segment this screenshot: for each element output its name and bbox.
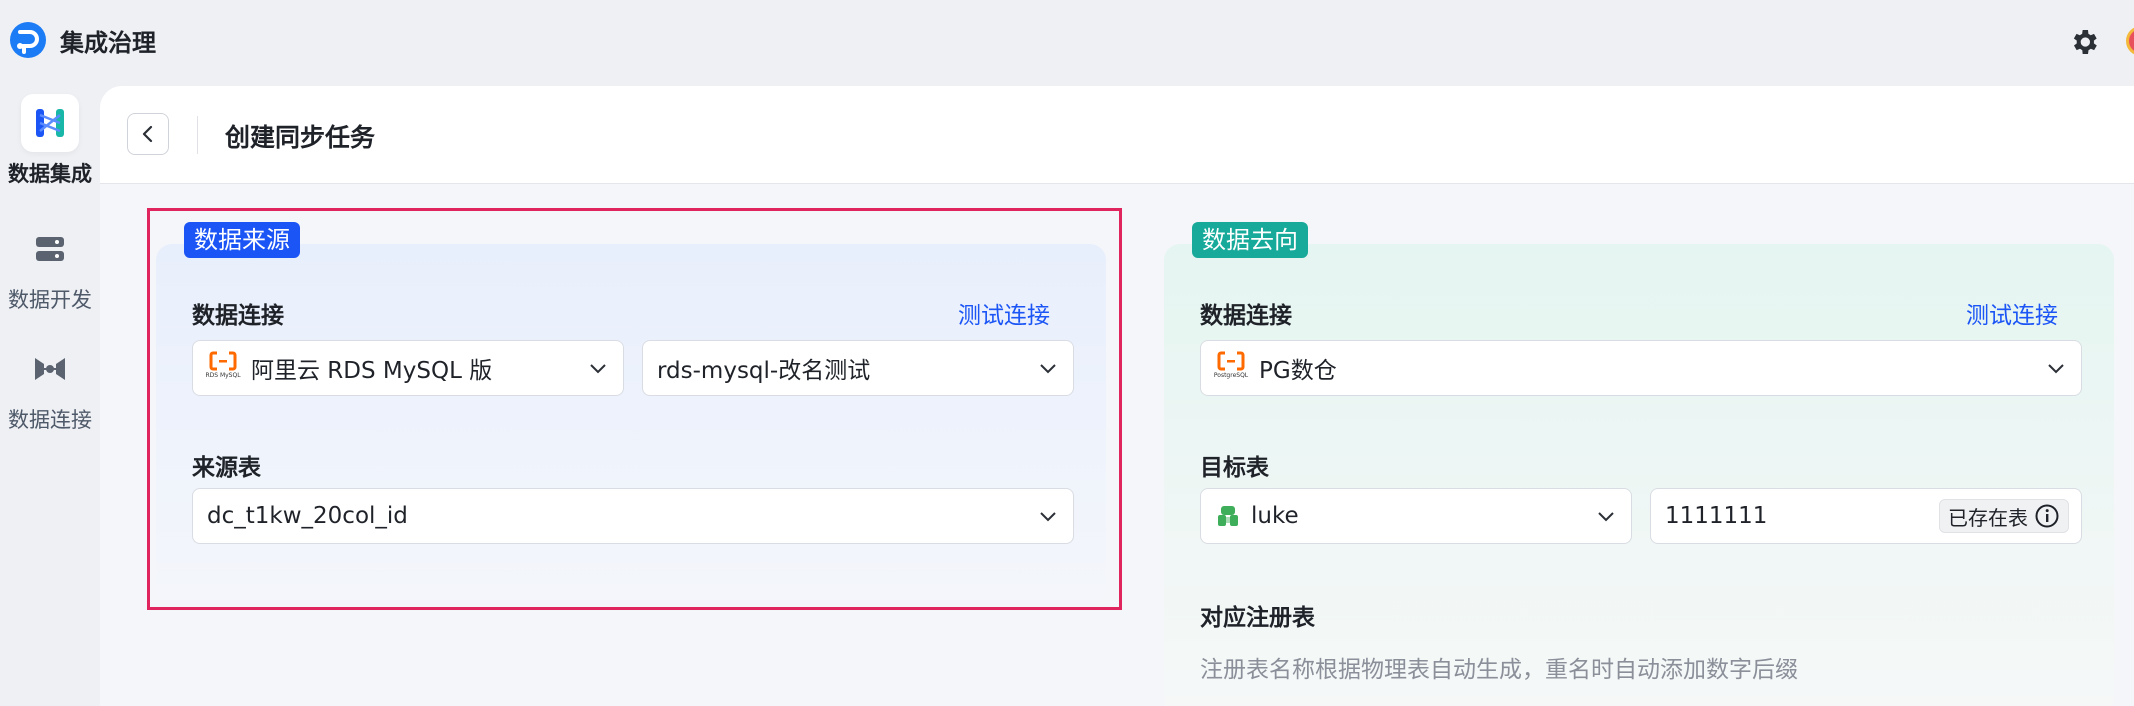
header-divider	[197, 116, 198, 154]
nav-label: 数据开发	[8, 288, 92, 312]
table-exists-text: 已存在表	[1948, 505, 2028, 530]
source-table-select[interactable]: dc_t1kw_20col_id	[192, 488, 1074, 544]
rds-mysql-logo-icon: RDS MySQL	[205, 350, 241, 386]
page-header: 创建同步任务	[100, 86, 2134, 184]
source-db-type-select[interactable]: RDS MySQL 阿里云 RDS MySQL 版	[192, 340, 624, 396]
nav-label: 数据集成	[8, 162, 92, 186]
dest-schema-value: luke	[1251, 503, 1299, 529]
nav-item-data-connection[interactable]: 数据连接	[0, 340, 100, 434]
app-logo-icon	[10, 22, 46, 58]
nav-icon-box	[21, 94, 79, 152]
chevron-down-icon	[1598, 512, 1614, 522]
nav-icon-box	[21, 220, 79, 278]
source-table-value: dc_t1kw_20col_id	[207, 503, 408, 529]
source-tag: 数据来源	[184, 222, 300, 258]
dest-table-input[interactable]: 1111111 已存在表	[1650, 488, 2082, 544]
info-icon[interactable]	[2034, 503, 2060, 529]
nav-icon-box	[21, 340, 79, 398]
brand[interactable]: 集成治理	[8, 20, 156, 60]
main-panel: 创建同步任务 数据来源 数据连接 测试连接 RDS MySQL 阿里云 RDS …	[100, 86, 2134, 706]
chevron-down-icon	[2048, 364, 2064, 374]
logo-caption: RDS MySQL	[205, 372, 241, 379]
page-title: 创建同步任务	[225, 123, 376, 152]
register-table-label: 对应注册表	[1200, 605, 1315, 631]
source-connection-label: 数据连接	[192, 303, 284, 329]
chevron-down-icon	[590, 364, 606, 374]
dest-db-type-select[interactable]: PostgreSQL PG数仓	[1200, 340, 2082, 396]
schema-icon	[1218, 506, 1238, 526]
dest-connection-label: 数据连接	[1200, 303, 1292, 329]
chevron-down-icon	[1040, 512, 1056, 522]
dest-table-value: 1111111	[1665, 503, 1768, 529]
dest-table-label: 目标表	[1200, 455, 1269, 481]
data-integration-icon	[36, 109, 64, 137]
source-table-label: 来源表	[192, 455, 261, 481]
chevron-left-icon	[142, 125, 153, 143]
top-bar: 集成治理	[0, 0, 2134, 84]
app-title: 集成治理	[60, 28, 156, 57]
back-button[interactable]	[127, 113, 169, 155]
source-instance-select[interactable]: rds-mysql-改名测试	[642, 340, 1074, 396]
dest-tag: 数据去向	[1192, 222, 1308, 258]
source-instance-value: rds-mysql-改名测试	[657, 358, 871, 384]
source-test-connection-link[interactable]: 测试连接	[958, 296, 1050, 330]
dest-schema-select[interactable]: luke	[1200, 488, 1632, 544]
logo-caption: PostgreSQL	[1213, 372, 1249, 379]
dest-test-connection-link[interactable]: 测试连接	[1966, 296, 2058, 330]
settings-gear-icon[interactable]	[2068, 26, 2100, 58]
postgresql-logo-icon: PostgreSQL	[1213, 350, 1249, 386]
side-nav: 数据集成 数据开发 数据连接	[0, 84, 100, 706]
nav-item-data-integration[interactable]: 数据集成	[0, 94, 100, 188]
nav-label: 数据连接	[8, 408, 92, 432]
user-avatar[interactable]	[2126, 26, 2134, 56]
dest-card: 数据去向 数据连接 测试连接 PostgreSQL PG数仓 目标表 luke	[1164, 222, 2114, 706]
table-exists-badge: 已存在表	[1939, 499, 2069, 533]
data-connection-icon	[35, 358, 65, 380]
data-dev-icon	[36, 237, 64, 261]
chevron-down-icon	[1040, 364, 1056, 374]
nav-item-data-dev[interactable]: 数据开发	[0, 220, 100, 314]
register-table-hint: 注册表名称根据物理表自动生成，重名时自动添加数字后缀	[1200, 657, 1798, 683]
dest-db-type-value: PG数仓	[1259, 358, 1337, 384]
source-card: 数据来源 数据连接 测试连接 RDS MySQL 阿里云 RDS MySQL 版…	[156, 222, 1106, 604]
source-db-type-value: 阿里云 RDS MySQL 版	[251, 358, 493, 384]
